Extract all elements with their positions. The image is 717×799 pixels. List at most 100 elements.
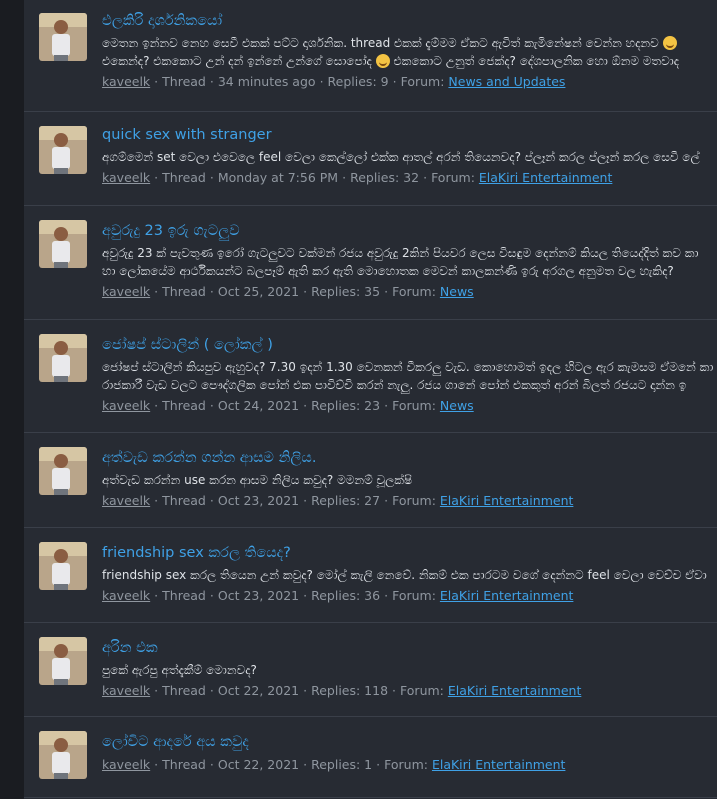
content-type: Thread (162, 170, 206, 185)
thread-title-link[interactable]: අත්වැඩ කරන්න ගන්න ආසම නිලිය. (102, 449, 717, 467)
left-gutter (0, 0, 24, 799)
result-row: එලකිරි දාර්ශනිකයෝ මෙතන ඉන්නව නෙහ සෙවී එක… (24, 0, 717, 112)
reply-count: Replies: 118 (311, 683, 389, 698)
forum-label: Forum: (384, 757, 428, 772)
content-type: Thread (162, 757, 206, 772)
row-divider (24, 797, 717, 798)
post-time: 34 minutes ago (217, 74, 316, 89)
author-link[interactable]: kaveelk (102, 493, 150, 508)
thread-meta: kaveelk · Thread · 34 minutes ago · Replies: 9… (102, 74, 566, 89)
reply-count: Replies: 23 (311, 398, 381, 413)
author-link[interactable]: kaveelk (102, 757, 150, 772)
forum-link[interactable]: News (440, 284, 474, 299)
thread-snippet-line2: එකෙන්ද? එකකොට උන් දන් ඉන්නේ උන්ගේ සොපෝද … (102, 54, 680, 68)
forum-label: Forum: (400, 683, 444, 698)
thread-meta: kaveelk · Thread · Oct 24, 2021 · Replies: 23 ·… (102, 398, 474, 413)
forum-label: Forum: (392, 588, 436, 603)
search-results-list: එලකිරි දාර්ශනිකයෝ මෙතන ඉන්නව නෙහ සෙවී එක… (24, 0, 717, 799)
post-time: Oct 23, 2021 (217, 588, 300, 603)
author-link[interactable]: kaveelk (102, 588, 150, 603)
thread-snippet: මෙතන ඉන්නව නෙහ සෙවී එකක් පට්ට දාර්ශනික. … (102, 34, 717, 52)
avatar-image (39, 731, 87, 779)
forum-link[interactable]: ElaKiri Entertainment (440, 493, 573, 508)
thread-title-link[interactable]: එලකිරි දාර්ශනිකයෝ (102, 12, 717, 30)
forum-link[interactable]: News (440, 398, 474, 413)
user-avatar[interactable] (39, 447, 87, 495)
thread-meta: kaveelk · Thread · Oct 22, 2021 · Replies: 118… (102, 683, 582, 698)
avatar-image (39, 126, 87, 174)
result-row: friendship sex කරල තියෙද? friendship sex… (24, 528, 717, 623)
avatar-image (39, 13, 87, 61)
thread-meta: kaveelk · Thread · Oct 22, 2021 · Replies: 1 · F… (102, 757, 566, 772)
thread-meta: kaveelk · Thread · Monday at 7:56 PM · Replies… (102, 170, 613, 185)
post-time: Oct 25, 2021 (217, 284, 300, 299)
thread-snippet-line2: රාජකාරී වැඩ වලට පෞද්ගලික පෝන් එක පාවිච්ච… (102, 378, 687, 392)
result-row: ජෝෂප් ස්ටාලින් ( ලෝකල් ) ජෝෂප් ස්ටාලින් … (24, 320, 717, 433)
thread-meta: kaveelk · Thread · Oct 23, 2021 · Replies: 27 ·… (102, 493, 574, 508)
reply-count: Replies: 32 (350, 170, 420, 185)
content-type: Thread (162, 74, 206, 89)
user-avatar[interactable] (39, 13, 87, 61)
thread-snippet: පුකේ ඇරපු අත්දැකීම් මොනවද? (102, 663, 257, 677)
content-type: Thread (162, 398, 206, 413)
content-type: Thread (162, 493, 206, 508)
post-time: Oct 22, 2021 (217, 757, 300, 772)
forum-link[interactable]: ElaKiri Entertainment (479, 170, 612, 185)
thread-snippet: friendship sex කරල තියෙන උන් කවුද? මෝල් … (102, 568, 707, 582)
thread-title-link[interactable]: අවුරුදු 23 ඉරු ගැටලුව (102, 222, 717, 240)
result-row: ලෝචිට ආදරේ අය කවුද kaveelk · Thread · Oct 22… (24, 717, 717, 799)
result-row: අත්වැඩ කරන්න ගන්න ආසම නිලිය. අත්වැඩ කරන්… (24, 433, 717, 528)
reply-count: Replies: 27 (311, 493, 381, 508)
forum-link[interactable]: News and Updates (448, 74, 565, 89)
thread-snippet-line2: හා ලෝකයේම ආර්ථිකයන්ට බලපෑම් ඇති කර ඇති ම… (102, 264, 674, 278)
user-avatar[interactable] (39, 637, 87, 685)
reply-count: Replies: 35 (311, 284, 381, 299)
reply-count: Replies: 1 (311, 757, 373, 772)
result-row: අවුරුදු 23 ඉරු ගැටලුව අවුරුදු 23 ක් පැවත… (24, 206, 717, 320)
thread-title-link[interactable]: ලෝචිට ආදරේ අය කවුද (102, 733, 717, 751)
forum-link[interactable]: ElaKiri Entertainment (448, 683, 581, 698)
thread-title-link[interactable]: අරින එක (102, 639, 717, 657)
avatar-image (39, 220, 87, 268)
user-avatar[interactable] (39, 126, 87, 174)
avatar-image (39, 334, 87, 382)
result-row: quick sex with stranger අගම්මෙන් set වෙල… (24, 112, 717, 206)
grinning-smiley-icon (662, 36, 677, 50)
author-link[interactable]: kaveelk (102, 284, 150, 299)
user-avatar[interactable] (39, 542, 87, 590)
thread-title-link[interactable]: quick sex with stranger (102, 126, 717, 144)
forum-label: Forum: (392, 284, 436, 299)
thread-meta: kaveelk · Thread · Oct 25, 2021 · Replies: 35 ·… (102, 284, 474, 299)
author-link[interactable]: kaveelk (102, 683, 150, 698)
author-link[interactable]: kaveelk (102, 170, 150, 185)
forum-label: Forum: (400, 74, 445, 89)
thread-title-link[interactable]: ජෝෂප් ස්ටාලින් ( ලෝකල් ) (102, 336, 717, 354)
forum-link[interactable]: ElaKiri Entertainment (432, 757, 565, 772)
reply-count: Replies: 36 (311, 588, 381, 603)
user-avatar[interactable] (39, 731, 87, 779)
content-type: Thread (162, 683, 206, 698)
post-time: Oct 23, 2021 (217, 493, 300, 508)
forum-label: Forum: (392, 398, 436, 413)
thread-meta: kaveelk · Thread · Oct 23, 2021 · Replies: 36 ·… (102, 588, 574, 603)
post-time: Monday at 7:56 PM (217, 170, 339, 185)
thread-snippet: අත්වැඩ කරන්න use කරන ආසම නිලිය කවුද? මමන… (102, 473, 413, 487)
content-type: Thread (162, 588, 206, 603)
author-link[interactable]: kaveelk (102, 398, 150, 413)
result-row: අරින එක පුකේ ඇරපු අත්දැකීම් මොනවද? kavee… (24, 623, 717, 717)
thread-title-link[interactable]: friendship sex කරල තියෙද? (102, 544, 717, 562)
avatar-image (39, 637, 87, 685)
user-avatar[interactable] (39, 220, 87, 268)
user-avatar[interactable] (39, 334, 87, 382)
thread-snippet: අවුරුදු 23 ක් පැවතුණ ඉරෝ ගැටලුවට වක්මන් … (102, 246, 699, 260)
forum-label: Forum: (431, 170, 475, 185)
forum-link[interactable]: ElaKiri Entertainment (440, 588, 573, 603)
avatar-image (39, 542, 87, 590)
post-time: Oct 22, 2021 (217, 683, 300, 698)
content-type: Thread (162, 284, 206, 299)
author-link[interactable]: kaveelk (102, 74, 150, 89)
thread-snippet: අගම්මෙන් set වෙලා එවෙලෙ feel වෙලා කෙල්ලෝ… (102, 150, 700, 164)
grinning-smiley-icon (375, 54, 390, 68)
forum-label: Forum: (392, 493, 436, 508)
avatar-image (39, 447, 87, 495)
